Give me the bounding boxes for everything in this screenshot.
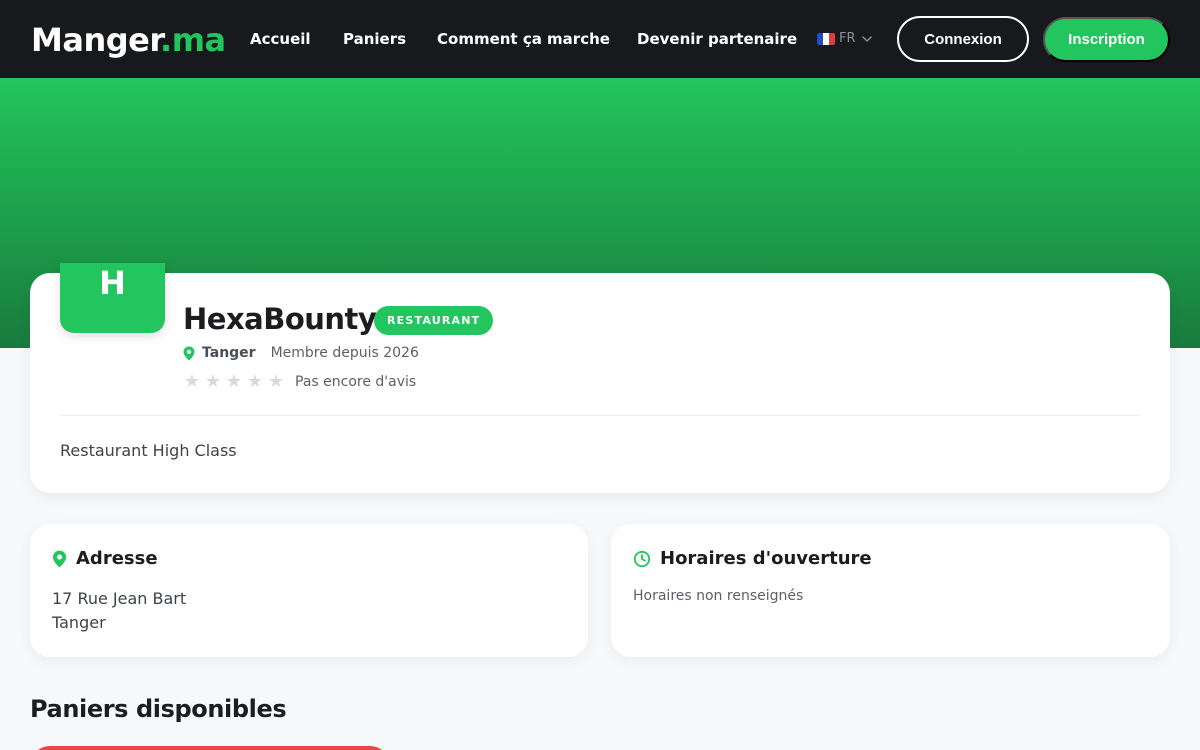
address-card-title: Adresse — [76, 548, 158, 569]
opening-hours-card: Horaires d'ouverture Horaires non rensei… — [611, 524, 1170, 657]
nav-link-accueil[interactable]: Accueil — [250, 29, 311, 49]
language-selector[interactable]: FR — [817, 29, 874, 49]
merchant-name: HexaBounty — [183, 302, 377, 336]
divider — [60, 415, 1140, 416]
site-logo[interactable]: Manger.ma — [31, 20, 226, 60]
nav-link-devenir-partenaire[interactable]: Devenir partenaire — [637, 29, 797, 49]
member-since: Membre depuis 2026 — [270, 345, 419, 361]
rating-text: Pas encore d'avis — [295, 374, 417, 390]
location-pin-icon — [183, 346, 195, 360]
merchant-avatar: H — [60, 263, 165, 333]
hours-status: Horaires non renseignés — [633, 588, 804, 604]
top-navigation: Manger.ma Accueil Paniers Comment ça mar… — [0, 0, 1200, 78]
star-icon: ★ — [183, 371, 201, 392]
location-pin-icon — [52, 550, 67, 568]
basket-card[interactable] — [30, 746, 390, 750]
address-card-header: Adresse — [52, 548, 158, 570]
merchant-profile-card: H HexaBounty RESTAURANT Tanger Membre de… — [30, 263, 1170, 493]
category-badge: RESTAURANT — [374, 306, 494, 335]
hours-card-header: Horaires d'ouverture — [633, 548, 872, 570]
merchant-description: Restaurant High Class — [60, 441, 237, 460]
nav-link-comment-ca-marche[interactable]: Comment ça marche — [437, 29, 610, 49]
nav-link-paniers[interactable]: Paniers — [343, 29, 406, 49]
star-icon: ★ — [225, 371, 243, 392]
signup-button[interactable]: Inscription — [1043, 17, 1170, 62]
merchant-meta: Tanger Membre depuis 2026 — [183, 344, 419, 362]
rating-row: ★ ★ ★ ★ ★ Pas encore d'avis — [183, 373, 416, 391]
chevron-down-icon — [861, 36, 872, 42]
french-flag-icon — [817, 33, 835, 45]
clock-icon — [633, 550, 651, 568]
star-icon: ★ — [267, 371, 285, 392]
logo-text: Manger — [31, 21, 161, 59]
hours-card-title: Horaires d'ouverture — [660, 548, 872, 569]
login-button[interactable]: Connexion — [897, 16, 1029, 62]
address-card: Adresse 17 Rue Jean Bart Tanger — [30, 524, 588, 657]
address-street: 17 Rue Jean Bart — [52, 589, 187, 608]
address-city: Tanger — [52, 613, 106, 632]
star-icon: ★ — [204, 371, 222, 392]
star-icon: ★ — [246, 371, 264, 392]
merchant-city: Tanger — [202, 345, 256, 361]
logo-accent: .ma — [160, 21, 226, 59]
language-code: FR — [839, 31, 856, 46]
baskets-section-title: Paniers disponibles — [30, 695, 287, 723]
